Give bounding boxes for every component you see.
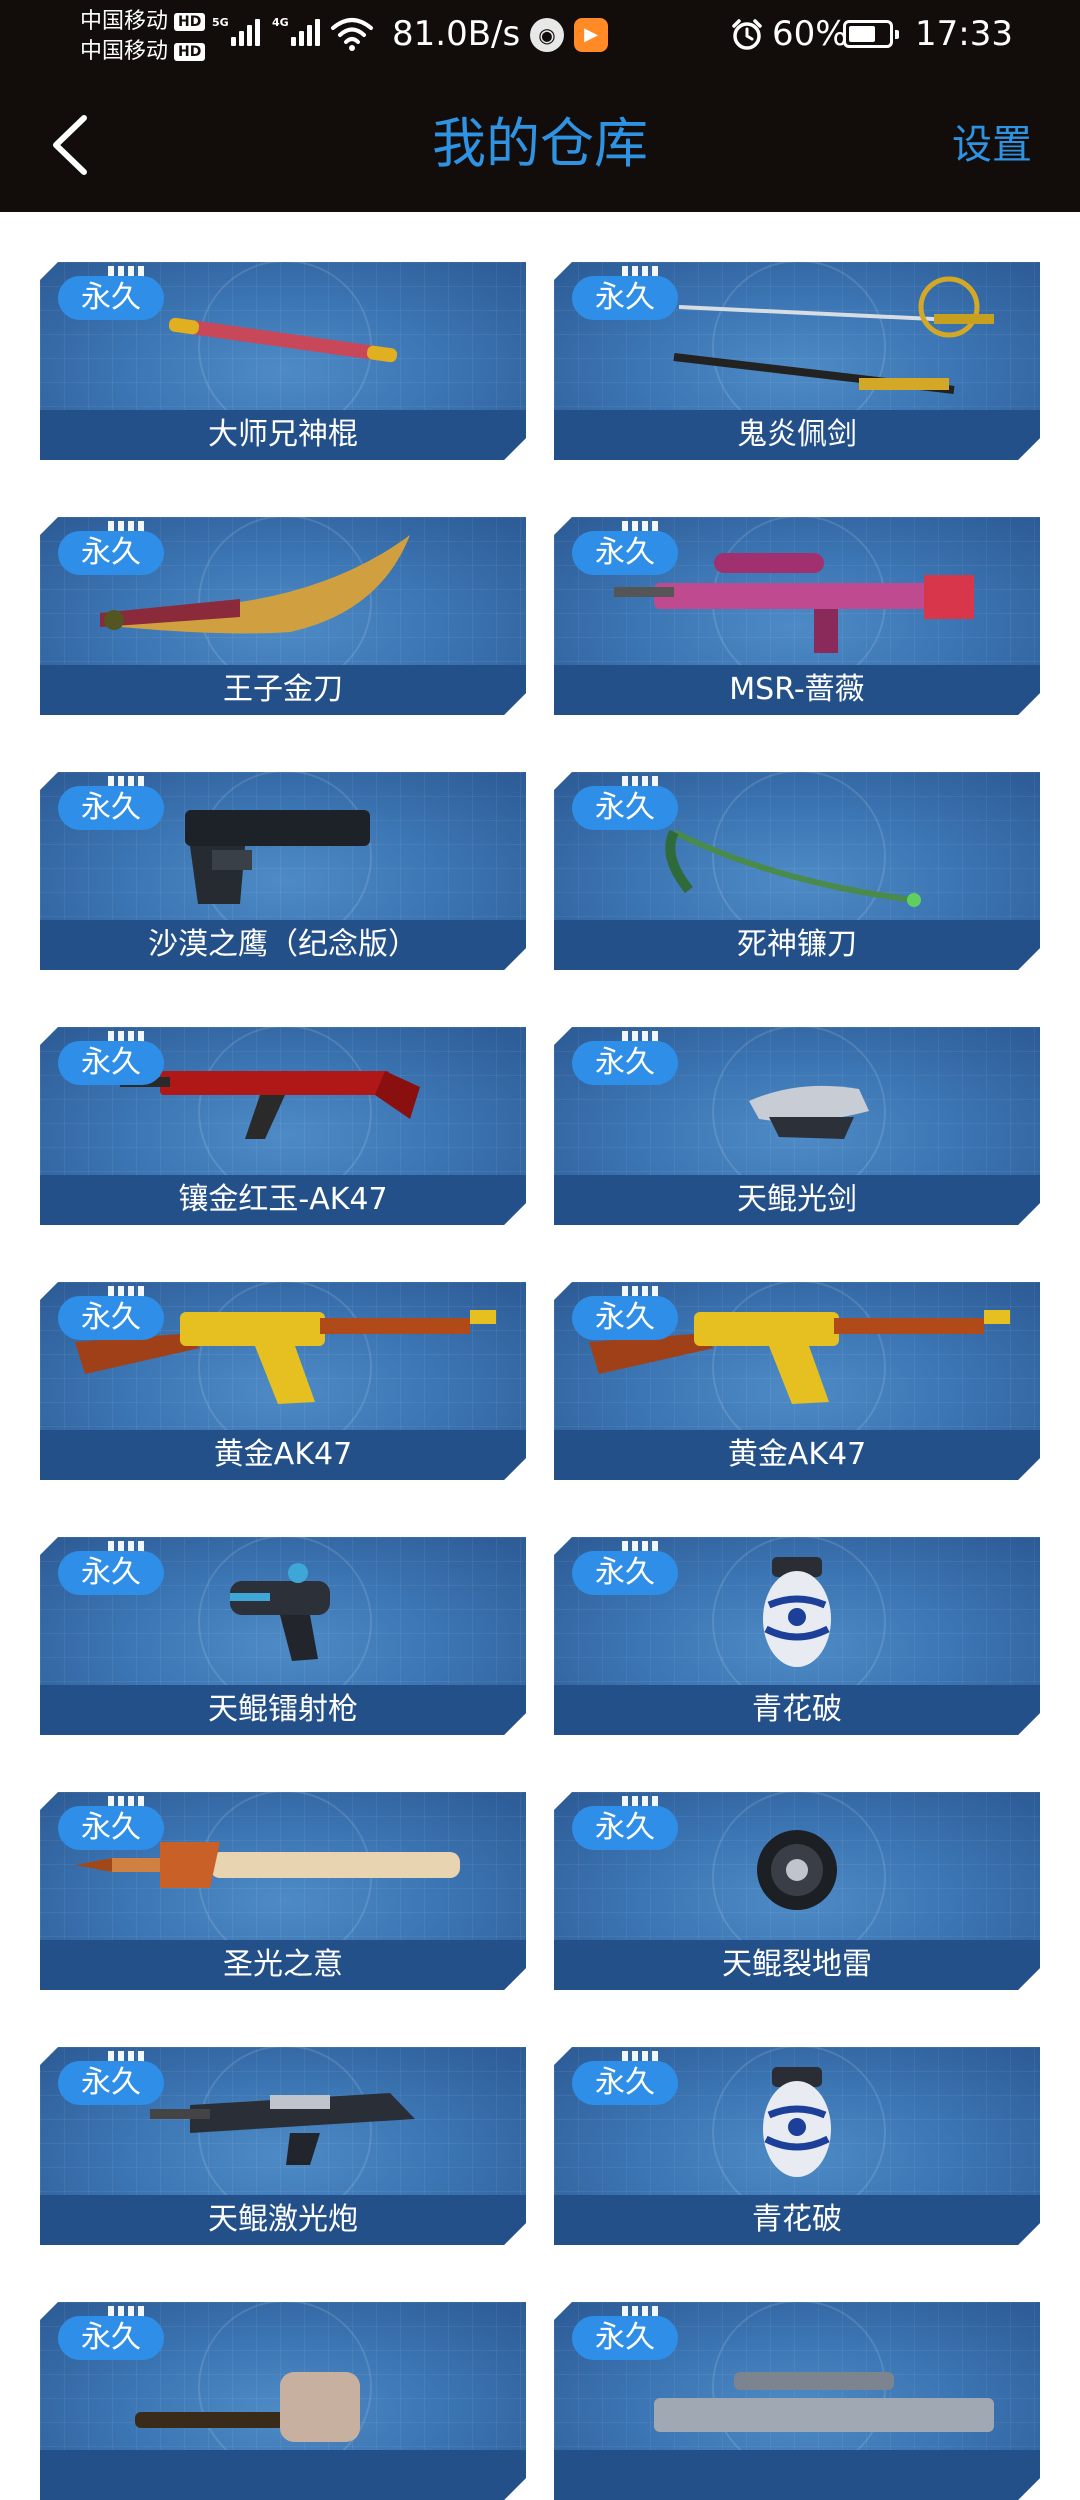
warehouse-item-card[interactable]: 永久青花破 <box>554 1537 1040 1735</box>
battery-icon <box>843 20 899 48</box>
item-name: 黄金AK47 <box>554 1430 1040 1480</box>
signal-4g-label: 4G <box>272 16 289 29</box>
permanent-badge: 永久 <box>572 2061 678 2105</box>
signal-5g-label: 5G <box>212 16 229 29</box>
battery-percent: 60% <box>772 14 848 54</box>
net-speed: 81.0B/s <box>392 14 521 54</box>
warehouse-item-card[interactable]: 永久镶金红玉-AK47 <box>40 1027 526 1225</box>
item-name <box>40 2450 526 2500</box>
item-name: 王子金刀 <box>40 665 526 715</box>
warehouse-item-card[interactable]: 永久死神镰刀 <box>554 772 1040 970</box>
item-name: 大师兄神棍 <box>40 410 526 460</box>
warehouse-item-card[interactable]: 永久天鲲光剑 <box>554 1027 1040 1225</box>
item-name: 死神镰刀 <box>554 920 1040 970</box>
warehouse-item-card[interactable]: 永久 MSR-蔷薇 <box>554 517 1040 715</box>
warehouse-item-card[interactable]: 永久青花破 <box>554 2047 1040 2245</box>
warehouse-item-card[interactable]: 永久沙漠之鹰（纪念版） <box>40 772 526 970</box>
item-name <box>554 2450 1040 2500</box>
warehouse-item-card[interactable]: 永久黄金AK47 <box>40 1282 526 1480</box>
warehouse-item-card[interactable]: 永久大师兄神棍 <box>40 262 526 460</box>
item-name: MSR-蔷薇 <box>554 665 1040 715</box>
notification-app-icon: ◉ <box>530 18 564 52</box>
settings-button[interactable]: 设置 <box>952 119 1032 171</box>
item-name: 黄金AK47 <box>40 1430 526 1480</box>
permanent-badge: 永久 <box>572 531 678 575</box>
wifi-icon <box>331 18 373 51</box>
item-name: 青花破 <box>554 2195 1040 2245</box>
carrier-1: 中国移动 <box>80 9 169 34</box>
item-name: 天鲲裂地雷 <box>554 1940 1040 1990</box>
item-name: 天鲲光剑 <box>554 1175 1040 1225</box>
permanent-badge: 永久 <box>58 2316 164 2360</box>
permanent-badge: 永久 <box>58 2061 164 2105</box>
hd-badge: HD <box>174 43 206 61</box>
warehouse-item-card[interactable]: 永久黄金AK47 <box>554 1282 1040 1480</box>
warehouse-item-card[interactable]: 永久天鲲镭射枪 <box>40 1537 526 1735</box>
warehouse-item-card[interactable]: 永久王子金刀 <box>40 517 526 715</box>
signal-4g-icon: 4G <box>272 16 323 46</box>
permanent-badge: 永久 <box>58 276 164 320</box>
permanent-badge: 永久 <box>572 1551 678 1595</box>
item-name: 鬼炎佩剑 <box>554 410 1040 460</box>
app-header: 我的仓库 设置 <box>0 75 1080 212</box>
permanent-badge: 永久 <box>572 1806 678 1850</box>
page-title: 我的仓库 <box>432 112 648 175</box>
warehouse-item-card[interactable]: 永久天鲲激光炮 <box>40 2047 526 2245</box>
status-bar: 中国移动 HD 中国移动 HD 5G 4G 81.0B/s ◉ ▶ 60% 17:3… <box>0 0 1080 75</box>
warehouse-item-card[interactable]: 永久 <box>40 2302 526 2500</box>
hd-badge: HD <box>174 13 206 31</box>
alarm-icon <box>732 19 762 50</box>
permanent-badge: 永久 <box>572 786 678 830</box>
permanent-badge: 永久 <box>58 1806 164 1850</box>
permanent-badge: 永久 <box>58 786 164 830</box>
warehouse-item-card[interactable]: 永久圣光之意 <box>40 1792 526 1990</box>
item-name: 天鲲镭射枪 <box>40 1685 526 1735</box>
warehouse-item-card[interactable]: 永久 <box>554 2302 1040 2500</box>
permanent-badge: 永久 <box>58 1041 164 1085</box>
clock: 17:33 <box>915 14 1013 54</box>
item-name: 沙漠之鹰（纪念版） <box>40 920 526 970</box>
permanent-badge: 永久 <box>572 2316 678 2360</box>
item-name: 镶金红玉-AK47 <box>40 1175 526 1225</box>
warehouse-item-card[interactable]: 永久鬼炎佩剑 <box>554 262 1040 460</box>
item-name: 天鲲激光炮 <box>40 2195 526 2245</box>
permanent-badge: 永久 <box>572 276 678 320</box>
video-app-icon: ▶ <box>574 18 608 52</box>
permanent-badge: 永久 <box>58 531 164 575</box>
permanent-badge: 永久 <box>572 1041 678 1085</box>
signal-5g-icon: 5G <box>212 16 263 46</box>
item-name: 青花破 <box>554 1685 1040 1735</box>
permanent-badge: 永久 <box>58 1551 164 1595</box>
permanent-badge: 永久 <box>58 1296 164 1340</box>
carrier-2: 中国移动 <box>80 39 169 64</box>
item-name: 圣光之意 <box>40 1940 526 1990</box>
carrier-info: 中国移动 HD 中国移动 HD <box>80 7 206 67</box>
warehouse-item-card[interactable]: 永久天鲲裂地雷 <box>554 1792 1040 1990</box>
permanent-badge: 永久 <box>572 1296 678 1340</box>
